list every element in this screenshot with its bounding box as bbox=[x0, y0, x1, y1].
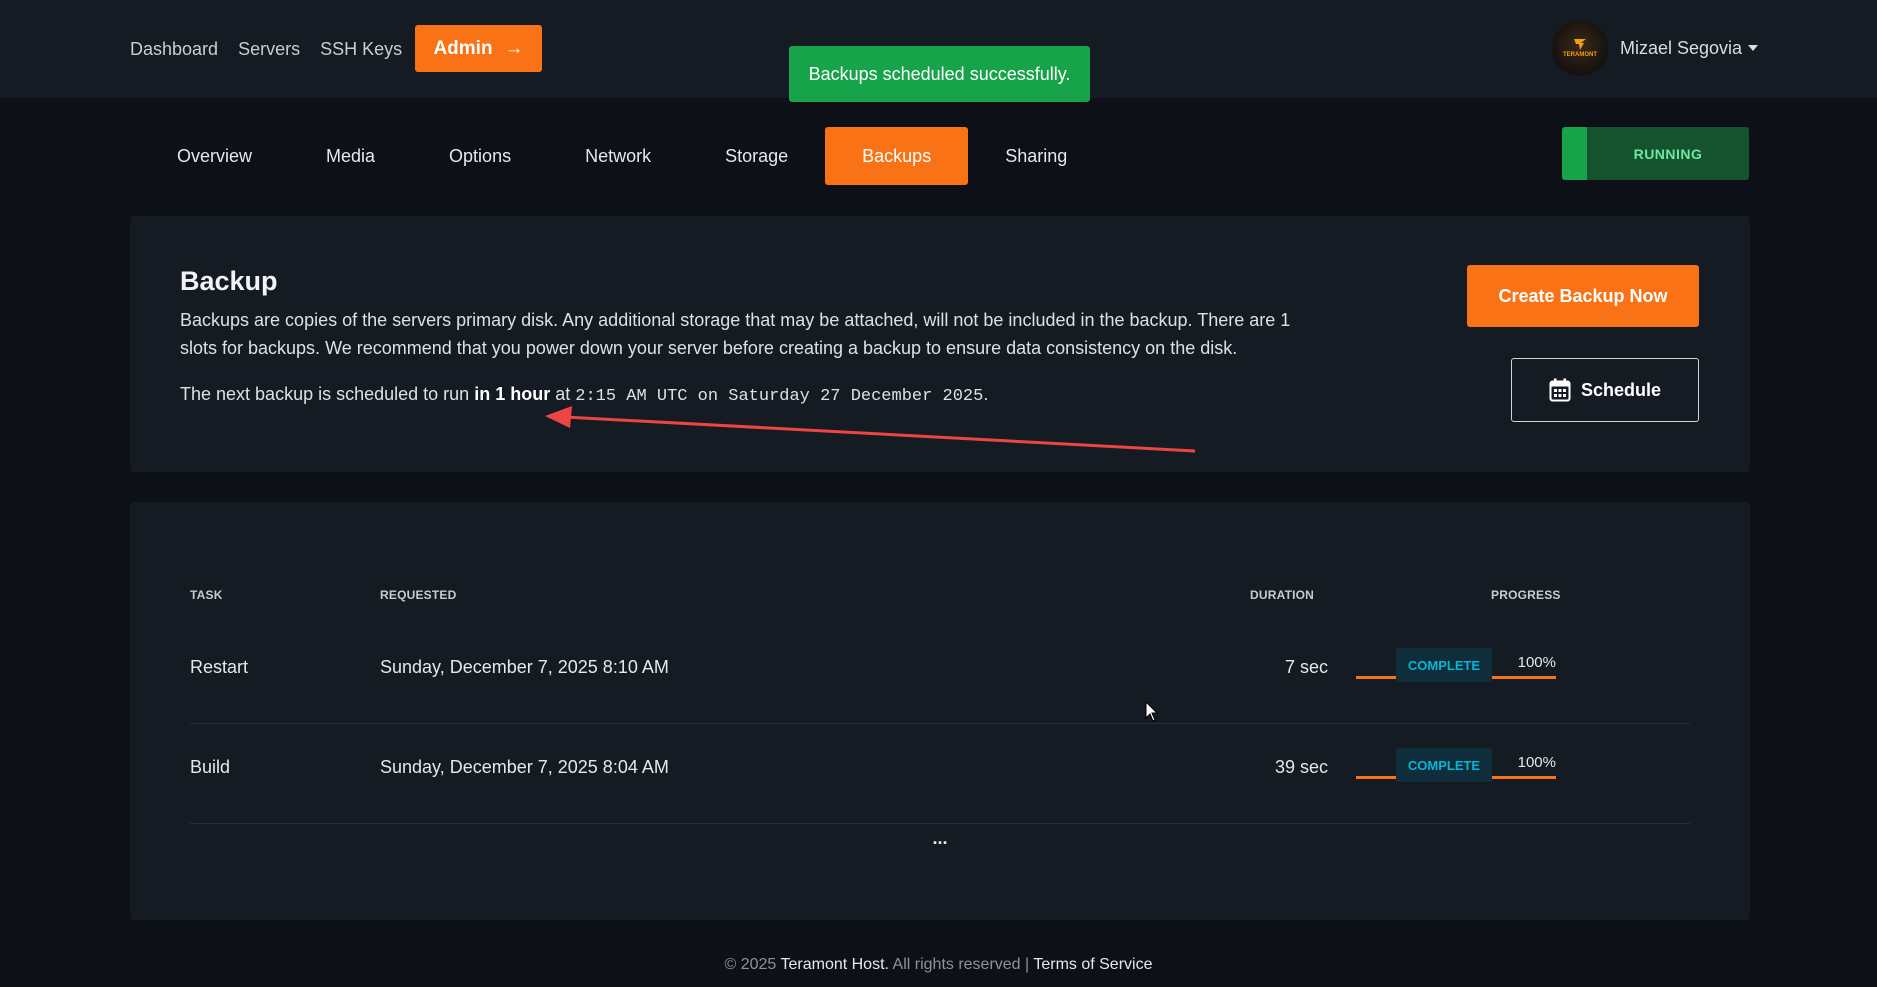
server-tabs: Overview Media Options Network Storage B… bbox=[140, 127, 1104, 185]
admin-button-label: Admin bbox=[433, 37, 493, 59]
footer-copyright: © 2025 bbox=[724, 956, 777, 973]
schedule-button-label: Schedule bbox=[1580, 379, 1662, 400]
table-row: Restart Sunday, December 7, 2025 8:10 AM… bbox=[190, 624, 1690, 724]
next-backup-text: The next backup is scheduled to run in 1… bbox=[180, 384, 988, 406]
user-name: Mizael Segovia bbox=[1620, 37, 1743, 58]
next-backup-suffix: . bbox=[983, 384, 989, 404]
status-label: RUNNING bbox=[1633, 145, 1703, 162]
arrow-right-icon: → bbox=[504, 37, 524, 59]
footer: © 2025 Teramont Host. All rights reserve… bbox=[0, 956, 1877, 974]
tab-storage[interactable]: Storage bbox=[688, 127, 825, 185]
nav-link-ssh-keys[interactable]: SSH Keys bbox=[320, 39, 402, 60]
column-header-task: TASK bbox=[190, 588, 223, 602]
terms-of-service-link[interactable]: Terms of Service bbox=[1033, 956, 1152, 973]
admin-button[interactable]: Admin → bbox=[415, 25, 542, 72]
caret-down-icon bbox=[1748, 45, 1759, 51]
next-backup-at: at bbox=[555, 384, 571, 404]
task-name: Restart bbox=[190, 656, 249, 677]
task-name: Build bbox=[190, 756, 231, 777]
page-title: Backup bbox=[180, 266, 278, 296]
next-backup-relative: in 1 hour bbox=[474, 384, 551, 404]
calendar-icon bbox=[1549, 378, 1571, 402]
next-backup-prefix: The next backup is scheduled to run bbox=[180, 384, 470, 404]
main-nav: Dashboard Servers SSH Keys bbox=[130, 0, 402, 98]
footer-rights: All rights reserved bbox=[892, 956, 1021, 973]
next-backup-time: 2:15 AM UTC on Saturday 27 December 2025 bbox=[575, 387, 984, 406]
tab-sharing[interactable]: Sharing bbox=[968, 127, 1104, 185]
tab-options[interactable]: Options bbox=[412, 127, 548, 185]
schedule-button[interactable]: Schedule bbox=[1511, 358, 1699, 422]
task-duration: 39 sec bbox=[1274, 756, 1328, 777]
svg-text:TERAMONT: TERAMONT bbox=[1563, 52, 1597, 58]
status-badge: COMPLETE bbox=[1396, 748, 1492, 782]
footer-company-link[interactable]: Teramont Host. bbox=[780, 956, 888, 973]
avatar: TERAMONT bbox=[1552, 20, 1608, 76]
tab-network[interactable]: Network bbox=[548, 127, 688, 185]
progress-percent: 100% bbox=[1517, 754, 1556, 771]
tab-media[interactable]: Media bbox=[289, 127, 412, 185]
nav-link-servers[interactable]: Servers bbox=[238, 39, 300, 60]
tab-overview[interactable]: Overview bbox=[140, 127, 289, 185]
tab-backups[interactable]: Backups bbox=[825, 127, 969, 185]
task-requested: Sunday, December 7, 2025 8:10 AM bbox=[380, 656, 669, 677]
task-requested: Sunday, December 7, 2025 8:04 AM bbox=[380, 756, 669, 777]
server-status-badge: RUNNING bbox=[1562, 127, 1749, 180]
more-tasks-ellipsis[interactable]: ... bbox=[130, 828, 1750, 849]
create-backup-button[interactable]: Create Backup Now bbox=[1467, 265, 1699, 327]
column-header-requested: REQUESTED bbox=[380, 588, 457, 602]
backup-info-card: Backup Backups are copies of the servers… bbox=[130, 216, 1750, 472]
teramont-logo-icon: TERAMONT bbox=[1563, 39, 1597, 58]
user-menu[interactable]: TERAMONT Mizael Segovia bbox=[1552, 20, 1759, 76]
column-header-progress: PROGRESS bbox=[1491, 588, 1561, 602]
status-indicator bbox=[1562, 127, 1587, 180]
table-row: Build Sunday, December 7, 2025 8:04 AM 3… bbox=[190, 724, 1690, 824]
task-table-card: TASK REQUESTED DURATION PROGRESS Restart… bbox=[130, 502, 1750, 920]
task-duration: 7 sec bbox=[1284, 656, 1328, 677]
column-header-duration: DURATION bbox=[1250, 588, 1315, 602]
status-badge: COMPLETE bbox=[1396, 648, 1492, 682]
nav-link-dashboard[interactable]: Dashboard bbox=[130, 39, 218, 60]
success-toast: Backups scheduled successfully. bbox=[789, 46, 1090, 102]
progress-percent: 100% bbox=[1517, 654, 1556, 671]
mouse-cursor-icon bbox=[1145, 701, 1159, 722]
footer-separator: | bbox=[1025, 956, 1030, 973]
backup-description: Backups are copies of the servers primar… bbox=[180, 310, 1291, 358]
